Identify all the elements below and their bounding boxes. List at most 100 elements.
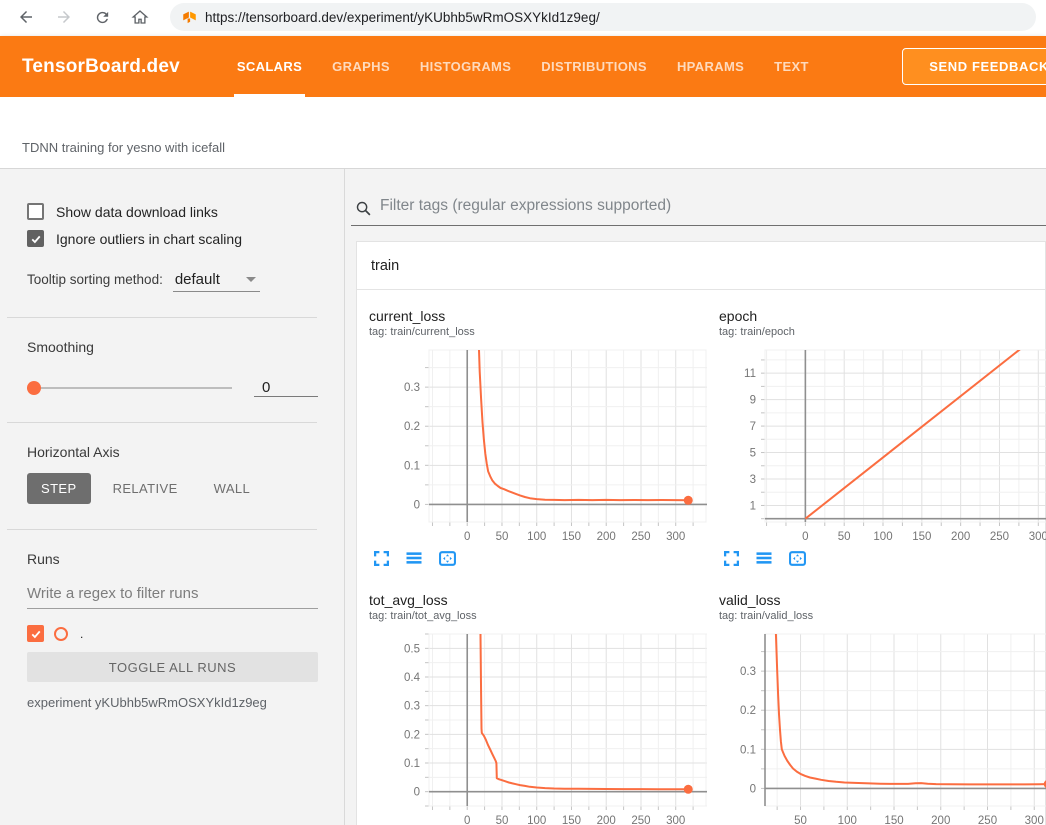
svg-text:11: 11 xyxy=(744,368,756,380)
axis-relative-button[interactable]: RELATIVE xyxy=(99,473,192,504)
slider-track xyxy=(27,387,232,389)
chart-plot[interactable]: 5010015020025030000.10.20.3 xyxy=(719,626,1046,825)
tab-graphs[interactable]: GRAPHS xyxy=(317,36,405,97)
svg-text:50: 50 xyxy=(496,815,509,825)
reload-icon[interactable] xyxy=(90,5,114,29)
experiment-title: TDNN training for yesno with icefall xyxy=(22,140,225,155)
chart-actions xyxy=(719,548,1046,568)
svg-text:200: 200 xyxy=(931,815,950,825)
smoothing-value[interactable]: 0 xyxy=(254,379,318,397)
send-feedback-button[interactable]: SEND FEEDBACK xyxy=(902,48,1046,85)
chart-tag: tag: train/valid_loss xyxy=(719,609,1046,624)
chart-tag: tag: train/epoch xyxy=(719,325,1046,340)
chart-epoch: epochtag: train/epoch0501001502002503001… xyxy=(719,302,1046,568)
show-download-links-checkbox[interactable]: Show data download links xyxy=(27,203,344,220)
svg-text:50: 50 xyxy=(794,815,807,825)
tooltip-sorting-label: Tooltip sorting method: xyxy=(27,272,163,287)
subheader: TDNN training for yesno with icefall xyxy=(0,97,1046,169)
svg-text:100: 100 xyxy=(838,815,857,825)
chart-plot[interactable]: 05010015020025030000.10.20.3 xyxy=(369,342,707,542)
chart-plot[interactable]: 0501001502002503001357911 xyxy=(719,342,1046,542)
tooltip-sorting-select[interactable]: default xyxy=(173,271,260,292)
svg-text:100: 100 xyxy=(873,531,892,542)
chart-title: tot_avg_loss xyxy=(369,592,707,609)
svg-text:9: 9 xyxy=(750,395,756,407)
search-icon xyxy=(355,200,372,217)
svg-text:250: 250 xyxy=(978,815,997,825)
svg-text:0.2: 0.2 xyxy=(404,729,420,741)
smoothing-label: Smoothing xyxy=(27,339,344,355)
smoothing-slider[interactable] xyxy=(27,381,232,395)
forward-icon[interactable] xyxy=(52,5,76,29)
svg-text:3: 3 xyxy=(750,474,756,486)
fullscreen-icon[interactable] xyxy=(371,548,391,568)
svg-text:0: 0 xyxy=(464,531,470,542)
svg-text:0: 0 xyxy=(802,531,808,542)
svg-text:250: 250 xyxy=(631,531,650,542)
tab-text[interactable]: TEXT xyxy=(759,36,824,97)
run-row[interactable]: . xyxy=(27,625,344,642)
divider xyxy=(7,422,317,423)
data-table-icon[interactable] xyxy=(404,548,424,568)
fit-domain-icon[interactable] xyxy=(437,548,457,568)
svg-text:100: 100 xyxy=(527,531,546,542)
divider xyxy=(7,317,317,318)
settings-sidebar: Show data download links Ignore outliers… xyxy=(0,169,345,825)
tab-hparams[interactable]: HPARAMS xyxy=(662,36,759,97)
chart-current_loss: current_losstag: train/current_loss05010… xyxy=(369,302,707,568)
horizontal-axis-options: STEP RELATIVE WALL xyxy=(27,473,344,504)
svg-text:150: 150 xyxy=(884,815,903,825)
svg-text:0.2: 0.2 xyxy=(404,421,420,433)
svg-text:0.3: 0.3 xyxy=(404,701,420,713)
tag-group-header[interactable]: train xyxy=(357,242,1045,290)
svg-text:0.1: 0.1 xyxy=(404,460,420,472)
chart-plot[interactable]: 05010015020025030000.10.20.30.40.5 xyxy=(369,626,707,825)
brand-title: TensorBoard.dev xyxy=(0,56,222,78)
svg-text:0.4: 0.4 xyxy=(404,672,421,684)
data-table-icon[interactable] xyxy=(754,548,774,568)
svg-text:50: 50 xyxy=(496,531,509,542)
filter-tags-input[interactable] xyxy=(380,191,1046,225)
horizontal-axis-label: Horizontal Axis xyxy=(27,444,344,460)
toggle-all-runs-button[interactable]: TOGGLE ALL RUNS xyxy=(27,652,318,682)
fullscreen-icon[interactable] xyxy=(721,548,741,568)
experiment-id-label: experiment yKUbhb5wRmOSXYkId1z9eg xyxy=(27,695,344,710)
tag-group-card: train current_losstag: train/current_los… xyxy=(356,241,1046,825)
ignore-outliers-checkbox[interactable]: Ignore outliers in chart scaling xyxy=(27,230,344,247)
svg-text:5: 5 xyxy=(750,448,756,460)
svg-text:300: 300 xyxy=(1025,815,1044,825)
svg-text:300: 300 xyxy=(666,531,685,542)
svg-text:300: 300 xyxy=(666,815,685,825)
runs-regex-input[interactable] xyxy=(27,581,318,609)
axis-step-button[interactable]: STEP xyxy=(27,473,91,504)
home-icon[interactable] xyxy=(128,5,152,29)
tab-histograms[interactable]: HISTOGRAMS xyxy=(405,36,526,97)
chart-tag: tag: train/current_loss xyxy=(369,325,707,340)
svg-text:0: 0 xyxy=(750,783,756,795)
slider-knob[interactable] xyxy=(27,381,41,395)
svg-text:100: 100 xyxy=(527,815,546,825)
chart-tag: tag: train/tot_avg_loss xyxy=(369,609,707,624)
svg-text:1: 1 xyxy=(750,500,756,512)
svg-text:50: 50 xyxy=(838,531,851,542)
tab-distributions[interactable]: DISTRIBUTIONS xyxy=(526,36,662,97)
svg-text:150: 150 xyxy=(562,815,581,825)
chart-tot_avg_loss: tot_avg_losstag: train/tot_avg_loss05010… xyxy=(369,586,707,825)
address-bar[interactable]: https://tensorboard.dev/experiment/yKUbh… xyxy=(170,3,1036,31)
checkbox-checked-icon xyxy=(27,230,44,247)
svg-text:0.1: 0.1 xyxy=(740,744,756,756)
axis-wall-button[interactable]: WALL xyxy=(200,473,265,504)
tab-scalars[interactable]: SCALARS xyxy=(222,36,317,97)
fit-domain-icon[interactable] xyxy=(787,548,807,568)
nav-tabs: SCALARS GRAPHS HISTOGRAMS DISTRIBUTIONS … xyxy=(222,36,824,97)
browser-toolbar: https://tensorboard.dev/experiment/yKUbh… xyxy=(0,0,1046,34)
svg-text:7: 7 xyxy=(750,421,756,433)
svg-text:0.2: 0.2 xyxy=(740,705,756,717)
back-icon[interactable] xyxy=(14,5,38,29)
app-header: TensorBoard.dev SCALARS GRAPHS HISTOGRAM… xyxy=(0,36,1046,97)
run-checkbox-checked-icon[interactable] xyxy=(27,625,44,642)
svg-text:200: 200 xyxy=(951,531,970,542)
svg-text:250: 250 xyxy=(631,815,650,825)
chevron-down-icon xyxy=(246,277,256,282)
svg-text:0.5: 0.5 xyxy=(404,643,420,655)
